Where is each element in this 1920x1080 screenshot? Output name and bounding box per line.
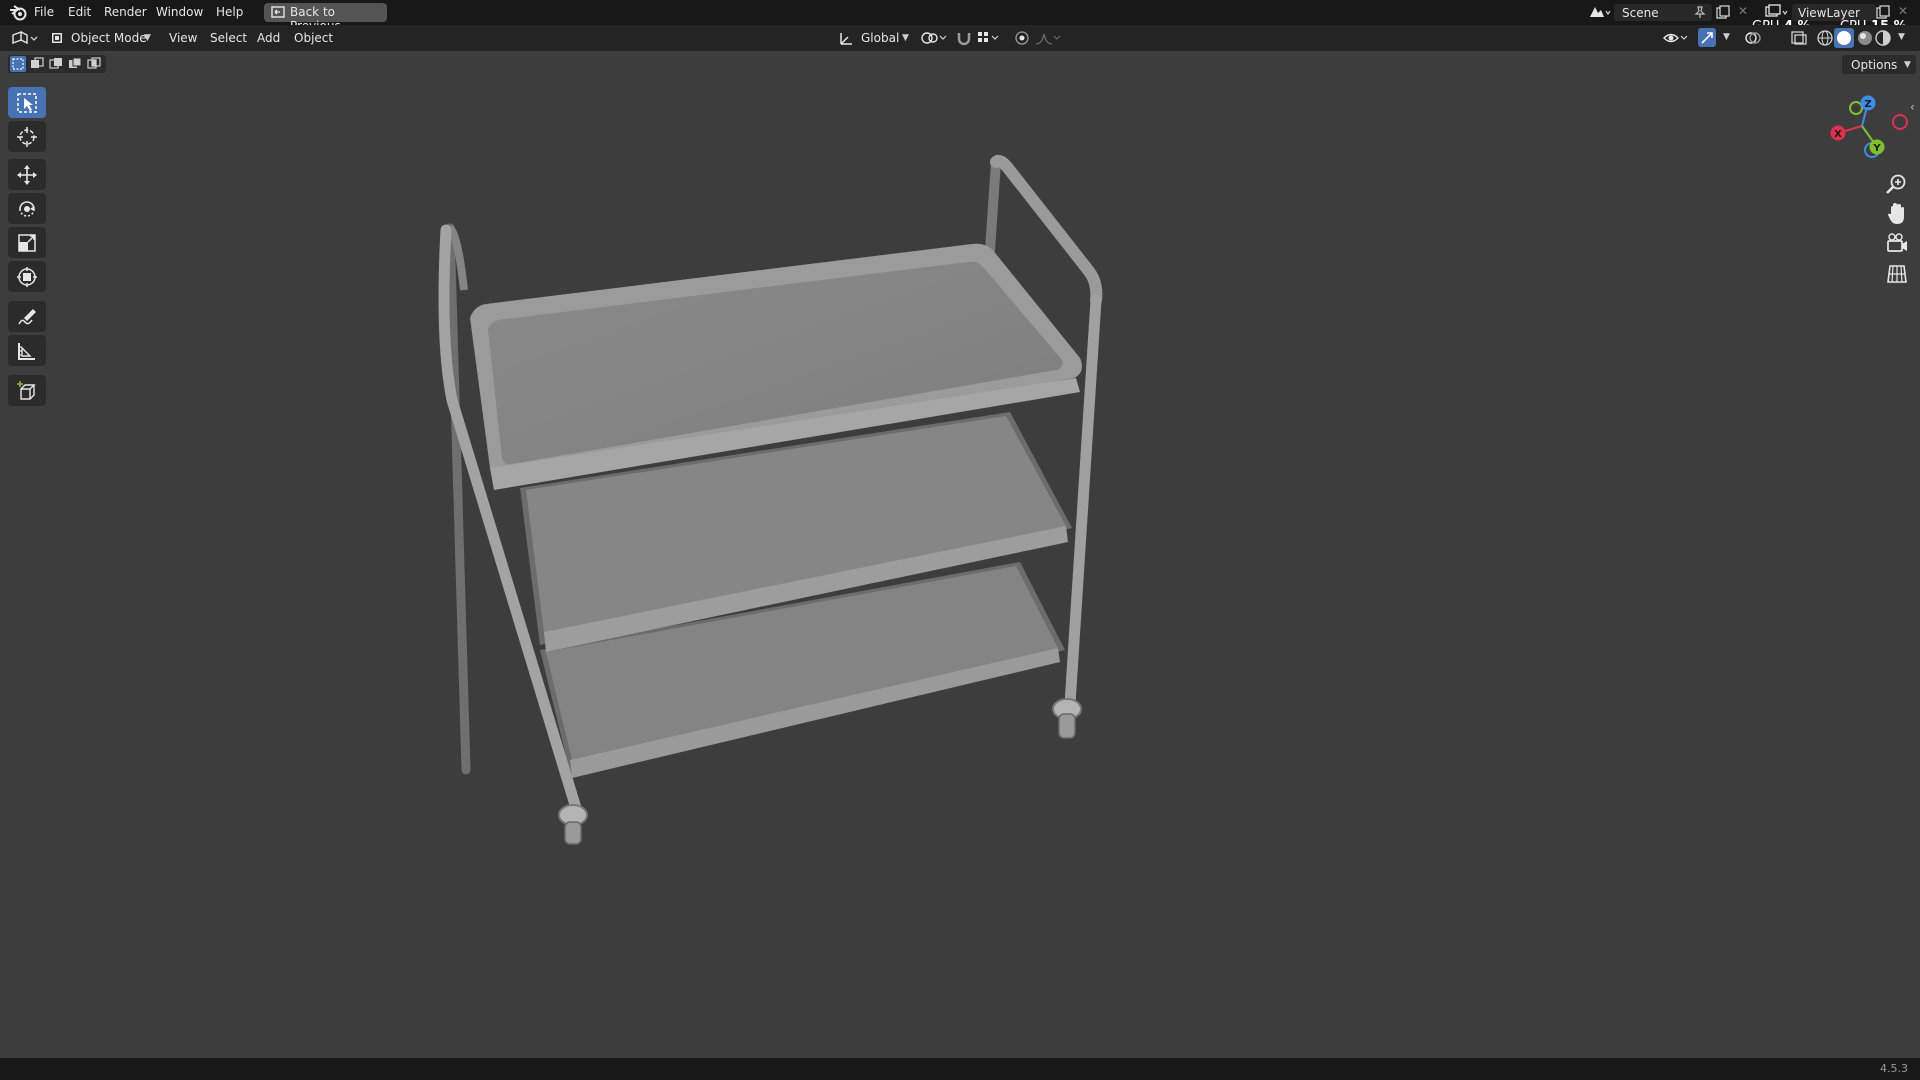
menu-add[interactable]: Add [257,31,280,45]
trolley-pole-back-right [985,157,1001,255]
version-label: 4.5.3 [1880,1062,1908,1075]
menu-file[interactable]: File [34,5,54,19]
solid-shading-button[interactable] [1834,28,1854,48]
wireframe-shading-icon[interactable] [1816,29,1834,47]
axis-x-label: X [1834,129,1842,140]
falloff-icon[interactable] [1034,30,1062,46]
trolley-wheel-back-right [1052,698,1082,739]
axis-y-label: Y [1872,143,1881,154]
snap-target-icon[interactable] [976,30,1002,46]
menu-render[interactable]: Render [104,5,147,19]
axis-z-label: Z [1864,99,1871,110]
menu-select[interactable]: Select [210,31,247,45]
view-layer-name: ViewLayer [1798,6,1860,20]
xray-icon[interactable] [1790,30,1808,46]
editor-type-icon[interactable] [10,29,40,47]
menu-edit[interactable]: Edit [68,5,91,19]
close-view-layer-icon[interactable]: ✕ [1898,4,1908,18]
trolley-wheel-front-left [558,804,588,845]
mode-dropdown[interactable]: Object Mode ▼ [46,28,156,48]
options-dropdown[interactable]: Options ▼ [1842,55,1916,74]
axis-neg-x-handle[interactable] [1892,114,1908,130]
chevron-down-icon: ▼ [902,33,909,43]
rendered-shading-icon[interactable] [1874,29,1892,47]
close-scene-icon[interactable]: ✕ [1738,4,1748,18]
top-menubar: File Edit Render Window Help Back to Pre… [0,0,1920,33]
menu-object[interactable]: Object [294,31,333,45]
scene-field[interactable]: Scene [1614,4,1712,21]
pivot-point-icon[interactable] [920,30,950,46]
snap-toggle-icon[interactable] [956,30,972,46]
overlays-icon[interactable] [1744,29,1772,47]
view-layer-icon[interactable] [1764,4,1790,20]
zoom-icon[interactable] [1882,170,1912,198]
chevron-down-icon: ▼ [1904,60,1911,70]
scene-icon[interactable] [1588,4,1612,20]
material-shading-icon[interactable] [1856,29,1874,47]
navigation-gizmo[interactable]: X Y Z [1820,88,1916,164]
mode-label: Object Mode [71,31,147,45]
orientation-icon [840,33,852,45]
chevron-down-icon: ▼ [144,33,151,43]
camera-icon[interactable] [1882,230,1912,258]
back-to-previous-button[interactable]: Back to Previous [264,3,387,33]
status-bar: 4.5.3 [0,1058,1920,1080]
orientation-label: Global [861,31,900,45]
new-view-layer-icon[interactable] [1876,5,1890,19]
visibility-icon[interactable] [1662,30,1690,46]
chevron-down-icon[interactable]: ▼ [1898,32,1905,42]
pin-icon[interactable] [1694,6,1706,19]
chevron-down-icon[interactable]: ▼ [1723,32,1730,42]
trolley-pole-back-left [445,223,471,775]
object-mode-icon [52,33,62,43]
solid-shading-icon [1837,31,1851,45]
scene-name: Scene [1622,6,1659,20]
proportional-edit-icon[interactable] [1014,30,1030,46]
axis-neg-y-handle[interactable] [1849,101,1863,115]
gizmo-toggle-button[interactable] [1698,28,1716,47]
gizmo-icon [1701,32,1713,44]
options-label: Options [1851,58,1898,72]
viewport-header: Object Mode ▼ View Select Add Object Glo… [0,25,1920,51]
hand-icon[interactable] [1882,200,1912,228]
menu-view[interactable]: View [169,31,197,45]
viewport-3d[interactable] [0,51,1920,1058]
grid-icon[interactable] [1882,260,1912,288]
transform-orientation-dropdown[interactable]: Global ▼ [836,28,912,48]
menu-window[interactable]: Window [156,5,203,19]
menu-help[interactable]: Help [216,5,243,19]
blender-logo-icon[interactable] [9,4,27,21]
back-icon [271,6,285,18]
new-scene-icon[interactable] [1716,5,1730,19]
